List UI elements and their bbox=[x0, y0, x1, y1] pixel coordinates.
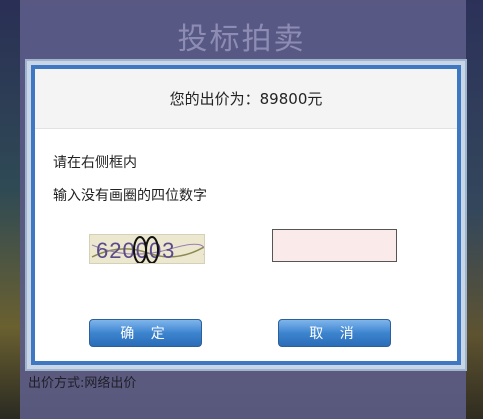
captcha-graphic: 620003 bbox=[91, 236, 204, 263]
instruction-line-1: 请在右侧框内 bbox=[53, 155, 137, 171]
bid-label: 您的出价为： bbox=[169, 90, 260, 108]
background-edge-left bbox=[0, 0, 20, 419]
background-edge-right bbox=[466, 0, 483, 419]
captcha-input[interactable] bbox=[272, 229, 397, 262]
cancel-button[interactable]: 取 消 bbox=[278, 319, 391, 347]
bid-confirm-dialog: 您的出价为： 89800元 请在右侧框内 输入没有画圈的四位数字 620003 … bbox=[25, 59, 467, 371]
bid-amount: 89800元 bbox=[259, 90, 323, 108]
instruction-line-2: 输入没有画圈的四位数字 bbox=[53, 188, 207, 204]
bid-method-text: 出价方式:网络出价 bbox=[28, 376, 137, 391]
dialog-header: 您的出价为： 89800元 bbox=[35, 69, 457, 129]
dialog-body: 请在右侧框内 输入没有画圈的四位数字 620003 确 定 取 消 bbox=[35, 130, 457, 361]
confirm-button[interactable]: 确 定 bbox=[89, 319, 202, 347]
dialog-frame: 您的出价为： 89800元 请在右侧框内 输入没有画圈的四位数字 620003 … bbox=[31, 65, 461, 365]
auction-title: 投标拍卖 bbox=[177, 22, 306, 57]
captcha-image: 620003 bbox=[89, 234, 205, 264]
